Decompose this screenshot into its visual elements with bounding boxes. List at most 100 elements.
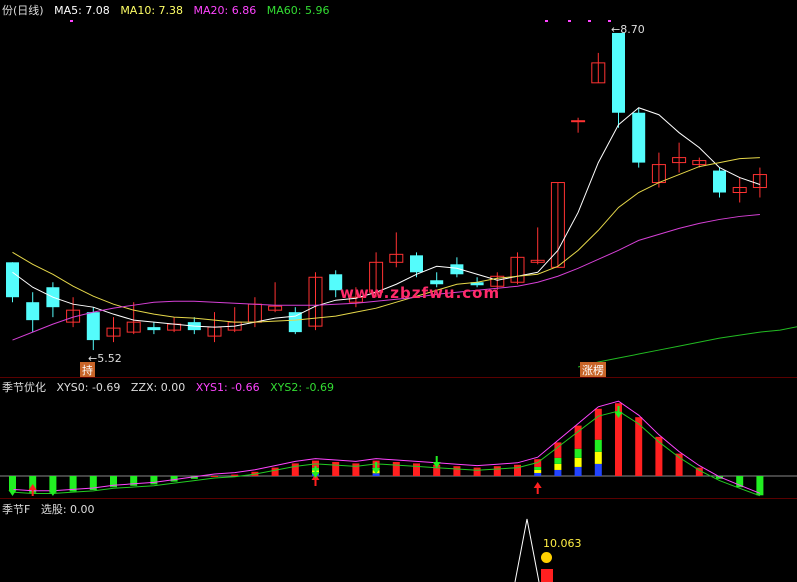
indicator-bar-segment [574,425,582,449]
candle-body [26,302,40,321]
rise-tag: 涨楞 [580,362,606,378]
marker-dot [545,20,548,22]
indicator-bar-segment [594,463,602,476]
xys1-line [12,400,761,494]
indicator1-name: 季节优化 [2,381,46,394]
indicator2-note: 10.063 [543,537,582,550]
zzx-label: ZZX: 0.00 [130,381,186,394]
marker-dot [70,20,73,22]
xys0-label: XYS0: -0.69 [56,381,121,394]
indicator-bar-segment [554,469,562,476]
candle [268,282,283,313]
indicator-bar [514,464,521,476]
indicator2-chart[interactable] [0,499,797,582]
candle [510,252,525,285]
candle-body [612,32,625,113]
main-legend: 份(日线) MA5: 7.08 MA10: 7.38 MA20: 6.86 MA… [2,2,336,18]
indicator-bar-segment [554,457,562,464]
indicator-bar [291,463,299,476]
indicator1-panel[interactable]: 季节优化 XYS0: -0.69 ZZX: 0.00 XYS1: -0.66 X… [0,378,797,498]
ma5-label: MA5: 7.08 [54,4,110,17]
ma60-line [577,326,797,368]
smiley-icon [541,552,552,563]
candle-body [147,327,161,331]
candle [106,317,121,343]
candle [389,232,404,268]
indicator2-panel[interactable]: 季节F 选股: 0.00 10.063 [0,499,797,582]
indicator2-legend: 季节F 选股: 0.00 [2,501,102,517]
indicator-bar-segment [594,439,602,452]
indicator-bar-segment [534,469,542,473]
indicator1-chart[interactable] [0,378,797,498]
candle [571,117,586,133]
indicator-bar-segment [574,448,582,458]
indicator-bar [473,467,481,476]
candle [530,227,545,265]
candle [46,282,60,318]
indicator1-legend: 季节优化 XYS0: -0.69 ZZX: 0.00 XYS1: -0.66 X… [2,379,341,395]
xys2-label: XYS2: -0.69 [270,381,335,394]
signal-spike [514,518,540,582]
candle-body [632,112,646,163]
indicator-bar [231,474,239,476]
candle [732,177,747,203]
candle [713,167,726,198]
indicator-bar-segment [594,408,602,440]
candle-body [86,312,100,341]
indicator2-name: 季节F [2,503,31,516]
candle [672,142,687,173]
candle [147,322,161,335]
candlestick-chart[interactable] [0,0,797,378]
candle [26,292,40,333]
candle-body [713,170,726,193]
ma10-label: MA10: 7.38 [120,4,184,17]
watermark: www.zbzfwu.com [340,284,501,302]
candle-body [288,312,302,333]
indicator-bar-segment [574,457,582,467]
indicator-bar-segment [574,466,582,476]
candle-body [410,255,423,273]
indicator-bar-segment [594,451,602,464]
indicator-bar [150,476,158,485]
indicator-bar [413,463,420,476]
indicator-bar-segment [534,466,542,470]
marker-dot [568,20,571,22]
indicator-bar [493,466,501,476]
indicator-bar [332,462,340,476]
indicator-bar [271,467,279,476]
candle-body [6,262,19,298]
candle [126,302,141,335]
chart-title: 份(日线) [2,4,44,17]
candle [632,107,646,168]
xys1-label: XYS1: -0.66 [195,381,260,394]
main-chart-panel[interactable]: 份(日线) MA5: 7.08 MA10: 7.38 MA20: 6.86 MA… [0,0,797,378]
candle-body [571,120,586,123]
candle [450,257,464,278]
ma20-label: MA20: 6.86 [193,4,257,17]
indicator-bar-segment [534,472,542,476]
low-price-value: 5.52 [97,352,122,365]
indicator-bar [655,436,663,476]
candle [410,252,423,278]
indicator-bar [211,476,218,477]
candle [6,262,19,303]
candle [308,272,323,331]
high-price-value: 8.70 [620,23,645,36]
indicator-bar-segment [554,463,562,470]
signal-bar [541,569,553,582]
indicator-bar [453,466,461,476]
marker-dot [608,20,611,22]
candle [612,32,625,128]
marker-dot [588,20,591,22]
indicator-bar [352,463,360,476]
up-arrow-icon [533,482,542,494]
ma60-label: MA60: 5.96 [266,4,330,17]
high-price-note: ←8.70 [611,23,645,36]
hold-tag: 持 [80,362,95,378]
candle [227,307,242,333]
candle [66,297,81,328]
ma20-line [12,213,760,341]
candle [591,52,606,84]
indicator-bar [392,462,400,476]
select-stock-label: 选股: 0.00 [40,503,95,516]
